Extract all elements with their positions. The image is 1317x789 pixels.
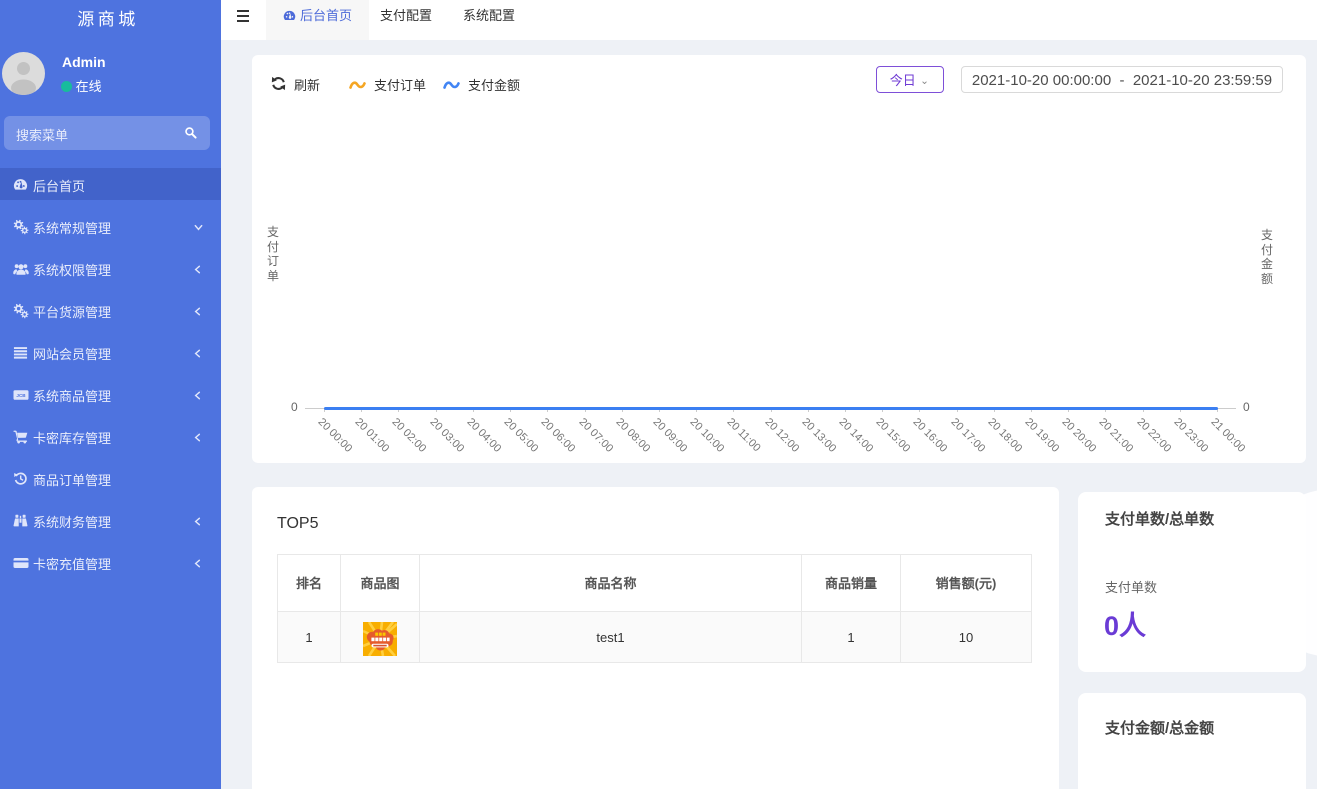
svg-text:JCB: JCB [16,393,26,398]
